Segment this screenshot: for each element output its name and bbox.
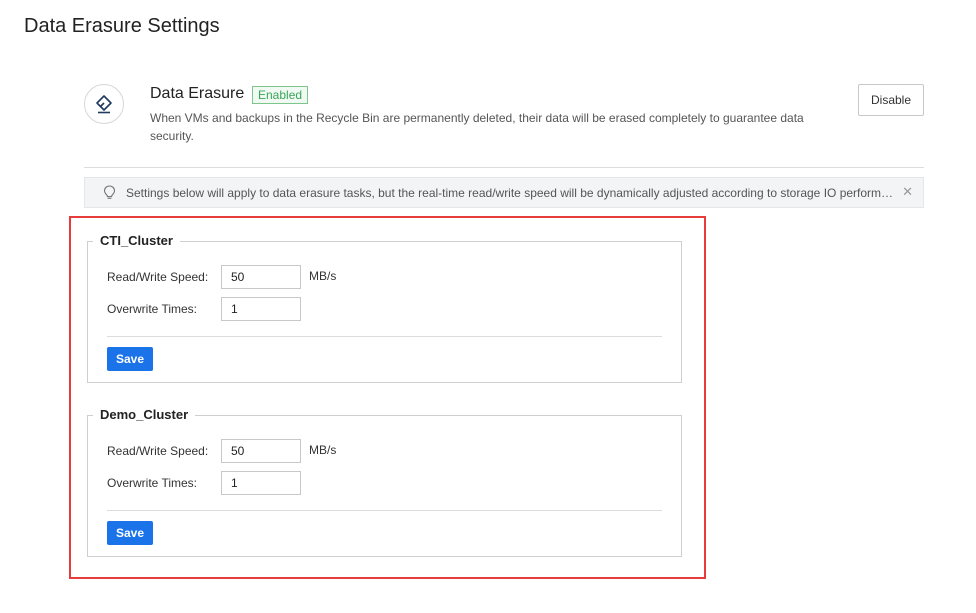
speed-input[interactable] bbox=[221, 439, 301, 463]
speed-label: Read/Write Speed: bbox=[107, 444, 209, 458]
divider bbox=[107, 336, 662, 337]
divider bbox=[107, 510, 662, 511]
feature-name: Data Erasure bbox=[150, 85, 245, 102]
page-title: Data Erasure Settings bbox=[24, 15, 220, 37]
info-notice: Settings below will apply to data erasur… bbox=[84, 177, 924, 208]
speed-unit: MB/s bbox=[309, 442, 337, 457]
close-icon[interactable]: ✕ bbox=[902, 185, 913, 199]
disable-button[interactable]: Disable bbox=[858, 84, 924, 116]
lightbulb-icon bbox=[103, 185, 117, 201]
cluster-title: Demo_Cluster bbox=[93, 407, 196, 422]
cluster-group-demo: Demo_Cluster Read/Write Speed: MB/s Over… bbox=[87, 407, 682, 557]
status-badge: Enabled bbox=[252, 86, 309, 104]
eraser-icon bbox=[84, 84, 124, 124]
overwrite-label: Overwrite Times: bbox=[107, 302, 198, 316]
save-button[interactable]: Save bbox=[107, 347, 153, 371]
data-erasure-feature: Data Erasure Enabled When VMs and backup… bbox=[84, 82, 924, 168]
cluster-title: CTI_Cluster bbox=[93, 233, 180, 248]
speed-row: Read/Write Speed: MB/s bbox=[107, 439, 336, 463]
speed-label: Read/Write Speed: bbox=[107, 270, 209, 284]
overwrite-label: Overwrite Times: bbox=[107, 476, 198, 490]
speed-input[interactable] bbox=[221, 265, 301, 289]
speed-unit: MB/s bbox=[309, 268, 337, 283]
feature-description: When VMs and backups in the Recycle Bin … bbox=[150, 111, 804, 143]
cluster-group-cti: CTI_Cluster Read/Write Speed: MB/s Overw… bbox=[87, 233, 682, 383]
overwrite-row: Overwrite Times: bbox=[107, 471, 301, 495]
notice-text: Settings below will apply to data erasur… bbox=[126, 185, 896, 200]
save-button[interactable]: Save bbox=[107, 521, 153, 545]
speed-row: Read/Write Speed: MB/s bbox=[107, 265, 336, 289]
overwrite-input[interactable] bbox=[221, 471, 301, 495]
overwrite-input[interactable] bbox=[221, 297, 301, 321]
overwrite-row: Overwrite Times: bbox=[107, 297, 301, 321]
